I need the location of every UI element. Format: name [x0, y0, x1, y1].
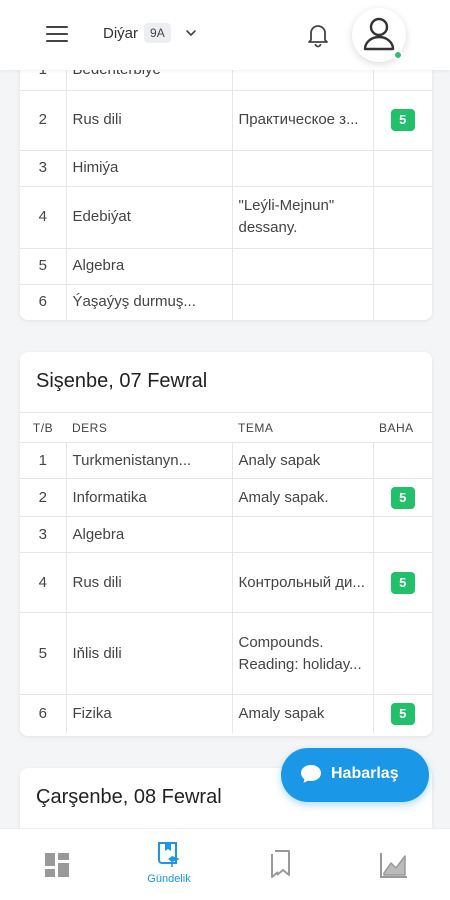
header-subject: DERS — [66, 412, 232, 443]
table-row[interactable]: 4 Edebiýat "Leýli-Mejnun" dessany. — [20, 185, 432, 248]
row-number: 3 — [20, 516, 66, 553]
day-card-tuesday: Sişenbe, 07 Fewral T/B DERS TEMA BAHA 1 … — [20, 352, 432, 736]
table-row[interactable]: 1 Turkmenistanyn... Analy sapak — [20, 442, 432, 479]
dashboard-icon — [45, 853, 69, 877]
topic-cell — [231, 149, 373, 186]
table-row[interactable]: 3 Himiýa — [20, 149, 432, 186]
subject-cell: Edebiýat — [65, 185, 232, 248]
topic-cell: Контрольный ди... — [231, 552, 373, 613]
contact-button-label: Habarlaş — [331, 765, 399, 782]
bottom-navigation: Gündelik — [0, 828, 450, 900]
grade-badge: 5 — [390, 486, 415, 509]
table-row[interactable]: 2 Rus dili Практическое з... 5 — [20, 89, 432, 150]
chevron-down-icon — [185, 30, 196, 36]
grade-badge: 5 — [390, 109, 415, 131]
row-number: 1 — [20, 442, 66, 479]
nav-label-diary: Gündelik — [147, 873, 191, 885]
topic-cell: Amaly sapak — [231, 694, 373, 733]
subject-cell: Algebra — [65, 516, 232, 553]
subject-cell: Rus dili — [65, 552, 232, 613]
table-row[interactable]: 2 Informatika Amaly sapak. 5 — [20, 478, 432, 517]
contact-button[interactable]: Habarlaş — [281, 748, 429, 802]
topic-cell — [231, 247, 373, 284]
subject-cell: Turkmenistanyn... — [65, 442, 232, 479]
grade-cell: 5 — [372, 552, 432, 613]
lessons-table: 1 Bedenterbiýe 2 Rus dili Практическое з… — [20, 50, 432, 320]
diary-icon — [158, 842, 180, 867]
grade-cell — [372, 247, 432, 284]
top-bar: Diýar 9A — [0, 0, 450, 70]
row-number: 3 — [20, 149, 66, 186]
row-number: 2 — [20, 478, 66, 517]
student-selector[interactable]: Diýar 9A — [103, 23, 197, 43]
row-number: 4 — [20, 552, 66, 613]
grade-cell — [372, 185, 432, 248]
table-row[interactable]: 3 Algebra — [20, 516, 432, 553]
day-card-previous: 1 Bedenterbiýe 2 Rus dili Практическое з… — [20, 50, 432, 320]
row-number: 5 — [20, 247, 66, 284]
header-number: T/B — [20, 412, 66, 443]
grade-badge: 5 — [390, 571, 415, 594]
menu-icon[interactable] — [46, 26, 68, 42]
nav-item-diary[interactable]: Gündelik — [139, 839, 199, 895]
header-grade: BAHA — [373, 412, 432, 443]
subject-cell: Fizika — [65, 694, 232, 733]
nav-item-statistics[interactable] — [364, 839, 424, 895]
topic-cell — [231, 283, 373, 320]
table-row[interactable]: 5 Iňlis dili Compounds. Reading: holiday… — [20, 612, 432, 695]
grade-cell — [372, 612, 432, 695]
grade-cell — [372, 149, 432, 186]
table-row[interactable]: 6 Ýaşaýyş durmuş... — [20, 283, 432, 320]
table-row[interactable]: 5 Algebra — [20, 247, 432, 284]
class-badge: 9A — [144, 23, 171, 43]
subject-cell: Ýaşaýyş durmuş... — [65, 283, 232, 320]
subject-cell: Iňlis dili — [65, 612, 232, 695]
subject-cell: Rus dili — [65, 89, 232, 150]
row-number: 2 — [20, 89, 66, 150]
subject-cell: Algebra — [65, 247, 232, 284]
student-name: Diýar — [103, 24, 139, 42]
topic-cell: Compounds. Reading: holiday... — [231, 612, 373, 695]
header-topic: TEMA — [232, 412, 373, 443]
row-number: 4 — [20, 185, 66, 248]
topic-cell: Amaly sapak. — [231, 478, 373, 517]
subject-cell: Himiýa — [65, 149, 232, 186]
grade-cell: 5 — [372, 89, 432, 150]
topic-cell: Практическое з... — [231, 89, 373, 150]
chart-icon — [380, 853, 407, 878]
topic-cell — [231, 516, 373, 553]
table-row[interactable]: 6 Fizika Amaly sapak 5 — [20, 694, 432, 733]
grade-cell: 5 — [372, 694, 432, 733]
row-number: 6 — [20, 283, 66, 320]
lessons-table: T/B DERS TEMA BAHA 1 Turkmenistanyn... A… — [20, 412, 432, 733]
avatar[interactable] — [352, 8, 406, 62]
table-header-row: T/B DERS TEMA BAHA — [20, 412, 432, 443]
bell-icon[interactable] — [306, 22, 330, 48]
row-number: 6 — [20, 694, 66, 733]
online-status-dot — [393, 50, 403, 60]
topic-cell: "Leýli-Mejnun" dessany. — [231, 185, 373, 248]
grade-cell — [372, 442, 432, 479]
grade-cell: 5 — [372, 478, 432, 517]
row-number: 5 — [20, 612, 66, 695]
nav-item-bookmarks[interactable] — [251, 839, 311, 895]
user-icon — [363, 17, 395, 51]
bookmark-icon — [271, 850, 290, 878]
topic-cell: Analy sapak — [231, 442, 373, 479]
day-title: Sişenbe, 07 Fewral — [36, 370, 208, 392]
chat-bubble-icon — [301, 765, 321, 783]
table-row[interactable]: 4 Rus dili Контрольный ди... 5 — [20, 552, 432, 613]
nav-item-dashboard[interactable] — [27, 839, 87, 895]
grade-badge: 5 — [390, 702, 415, 725]
grade-cell — [372, 516, 432, 553]
subject-cell: Informatika — [65, 478, 232, 517]
grade-cell — [372, 283, 432, 320]
